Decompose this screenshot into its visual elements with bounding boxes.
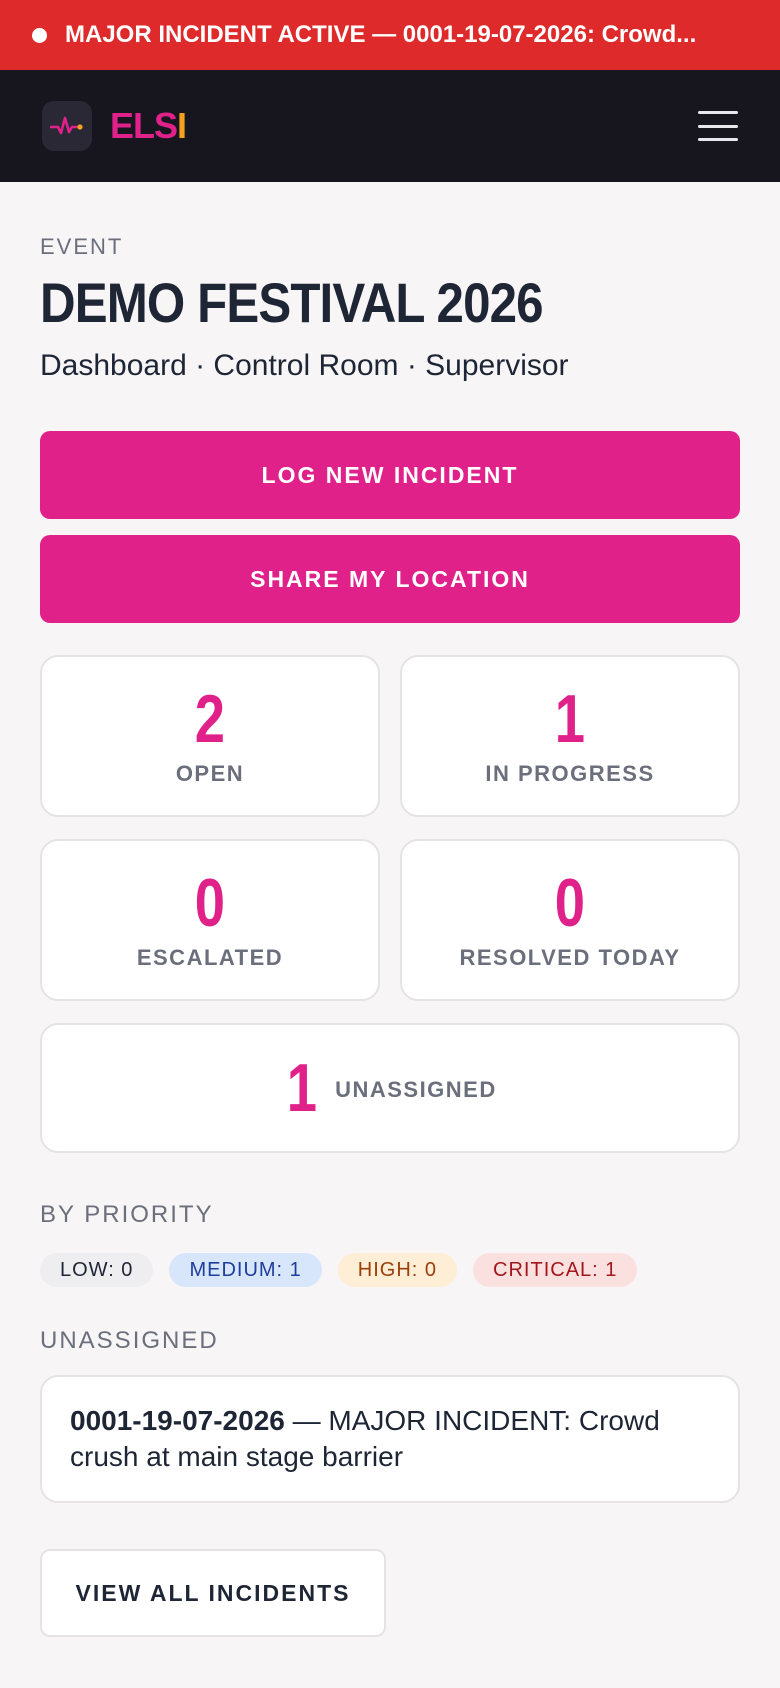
stat-card-resolved-today[interactable]: 0 RESOLVED TODAY xyxy=(400,839,740,1001)
share-location-button[interactable]: SHARE MY LOCATION xyxy=(40,535,740,623)
stat-label: OPEN xyxy=(175,761,245,786)
incident-ref: 0001-19-07-2026 xyxy=(70,1405,285,1436)
unassigned-section-label: UNASSIGNED xyxy=(40,1327,219,1354)
dashboard-content: EVENT DEMO FESTIVAL 2026 Dashboard · Con… xyxy=(40,182,740,1637)
pulse-icon xyxy=(42,101,92,151)
unassigned-incident-card[interactable]: 0001-19-07-2026 — MAJOR INCIDENT: Crowd … xyxy=(40,1375,740,1503)
brand-name: ELSI xyxy=(110,105,187,146)
stat-value: 2 xyxy=(194,681,226,757)
priority-pill-medium[interactable]: MEDIUM: 1 xyxy=(169,1253,322,1287)
stat-label: RESOLVED TODAY xyxy=(459,945,681,970)
major-incident-banner[interactable]: MAJOR INCIDENT ACTIVE — 0001-19-07-2026:… xyxy=(0,0,780,70)
log-new-incident-button[interactable]: LOG NEW INCIDENT xyxy=(40,431,740,519)
stat-label: UNASSIGNED xyxy=(335,1077,497,1102)
banner-text: MAJOR INCIDENT ACTIVE — 0001-19-07-2026:… xyxy=(65,21,697,48)
stat-label: IN PROGRESS xyxy=(485,761,655,786)
page-subtitle: Dashboard · Control Room · Supervisor xyxy=(40,349,569,382)
stat-card-in-progress[interactable]: 1 IN PROGRESS xyxy=(400,655,740,817)
stat-value: 1 xyxy=(554,681,586,757)
priority-pills: LOW: 0 MEDIUM: 1 HIGH: 0 CRITICAL: 1 xyxy=(40,1253,740,1287)
app-header: ELSI xyxy=(0,70,780,182)
priority-pill-critical[interactable]: CRITICAL: 1 xyxy=(473,1253,638,1287)
view-all-incidents-button[interactable]: VIEW ALL INCIDENTS xyxy=(40,1549,386,1637)
stats-grid: 2 OPEN 1 IN PROGRESS 0 ESCALATED 0 RESOL… xyxy=(40,655,740,1153)
stat-value: 0 xyxy=(194,865,226,941)
priority-pill-high[interactable]: HIGH: 0 xyxy=(337,1253,458,1287)
alert-dot-icon xyxy=(32,27,47,43)
stat-card-escalated[interactable]: 0 ESCALATED xyxy=(40,839,380,1001)
stat-label: ESCALATED xyxy=(136,945,284,970)
stat-value: 0 xyxy=(554,865,586,941)
stat-card-unassigned[interactable]: 1 UNASSIGNED xyxy=(40,1023,740,1153)
page-title: DEMO FESTIVAL 2026 xyxy=(40,271,544,334)
event-eyebrow: EVENT xyxy=(40,234,124,259)
priority-pill-low[interactable]: LOW: 0 xyxy=(40,1253,154,1287)
stat-value: 1 xyxy=(287,1050,318,1126)
stat-card-open[interactable]: 2 OPEN xyxy=(40,655,380,817)
priority-section-label: BY PRIORITY xyxy=(40,1201,214,1228)
hamburger-menu-icon[interactable] xyxy=(698,111,738,141)
brand[interactable]: ELSI xyxy=(42,101,187,151)
